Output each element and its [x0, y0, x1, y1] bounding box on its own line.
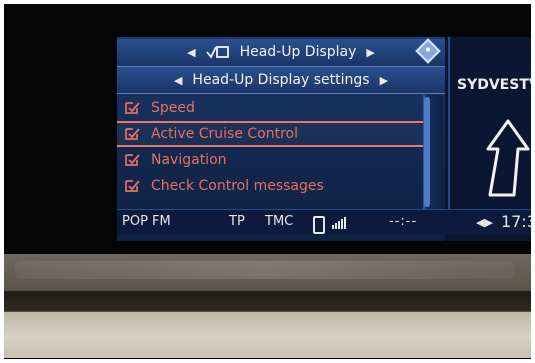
menu-header[interactable]: ◀ Head-Up Display ▶: [117, 39, 445, 65]
settings-title: Head-Up Display settings: [192, 72, 370, 88]
signal-icon: [332, 217, 346, 229]
checkbox-icon[interactable]: [125, 179, 141, 193]
menu-title: Head-Up Display: [239, 44, 357, 60]
list-item-label: Speed: [151, 100, 195, 116]
list-item-check-control-messages[interactable]: Check Control messages: [117, 173, 427, 199]
navigation-pane: SYDVESTV: [448, 37, 535, 209]
list-item-label: Navigation: [151, 152, 227, 168]
checkbox-icon[interactable]: [125, 101, 141, 115]
street-name: SYDVESTV: [457, 77, 535, 93]
checkbox-icon[interactable]: [125, 153, 141, 167]
right-arrow-icon[interactable]: ▶: [366, 46, 374, 59]
direction-arrow-icon: [486, 119, 530, 197]
tp-indicator: TP: [229, 214, 245, 229]
right-arrow-icon[interactable]: ▶: [380, 74, 388, 87]
checkbox-icon[interactable]: [125, 127, 141, 141]
clock-arrows-icon: ◀▶: [476, 216, 493, 229]
hud-icon: [205, 44, 230, 60]
settings-header[interactable]: ◀ Head-Up Display settings ▶: [117, 66, 445, 94]
clock: 17:3: [501, 212, 535, 231]
scroll-thumb[interactable]: [424, 97, 430, 207]
list-item-navigation[interactable]: Navigation: [117, 147, 427, 173]
radio-station: POP FM: [122, 214, 171, 229]
infotainment-screen: ◀ Head-Up Display ▶ ◀ Head-Up Display se…: [117, 37, 535, 241]
list-item-label: Check Control messages: [151, 178, 324, 194]
status-bar: POP FM TP TMC --:-- ◀▶ 17:3: [117, 209, 535, 235]
phone-icon: [313, 216, 325, 234]
time-placeholder: --:--: [389, 214, 418, 229]
left-arrow-icon[interactable]: ◀: [174, 74, 182, 87]
scrollbar[interactable]: [423, 95, 443, 213]
trim-reflection: [15, 261, 515, 279]
list-item-active-cruise-control[interactable]: Active Cruise Control: [117, 121, 429, 147]
tmc-indicator: TMC: [265, 214, 294, 229]
left-arrow-icon[interactable]: ◀: [187, 46, 195, 59]
list-item-label: Active Cruise Control: [151, 126, 299, 142]
list-item-speed[interactable]: Speed: [117, 95, 427, 121]
settings-list: Speed Active Cruise Control Navigation C…: [117, 95, 429, 199]
